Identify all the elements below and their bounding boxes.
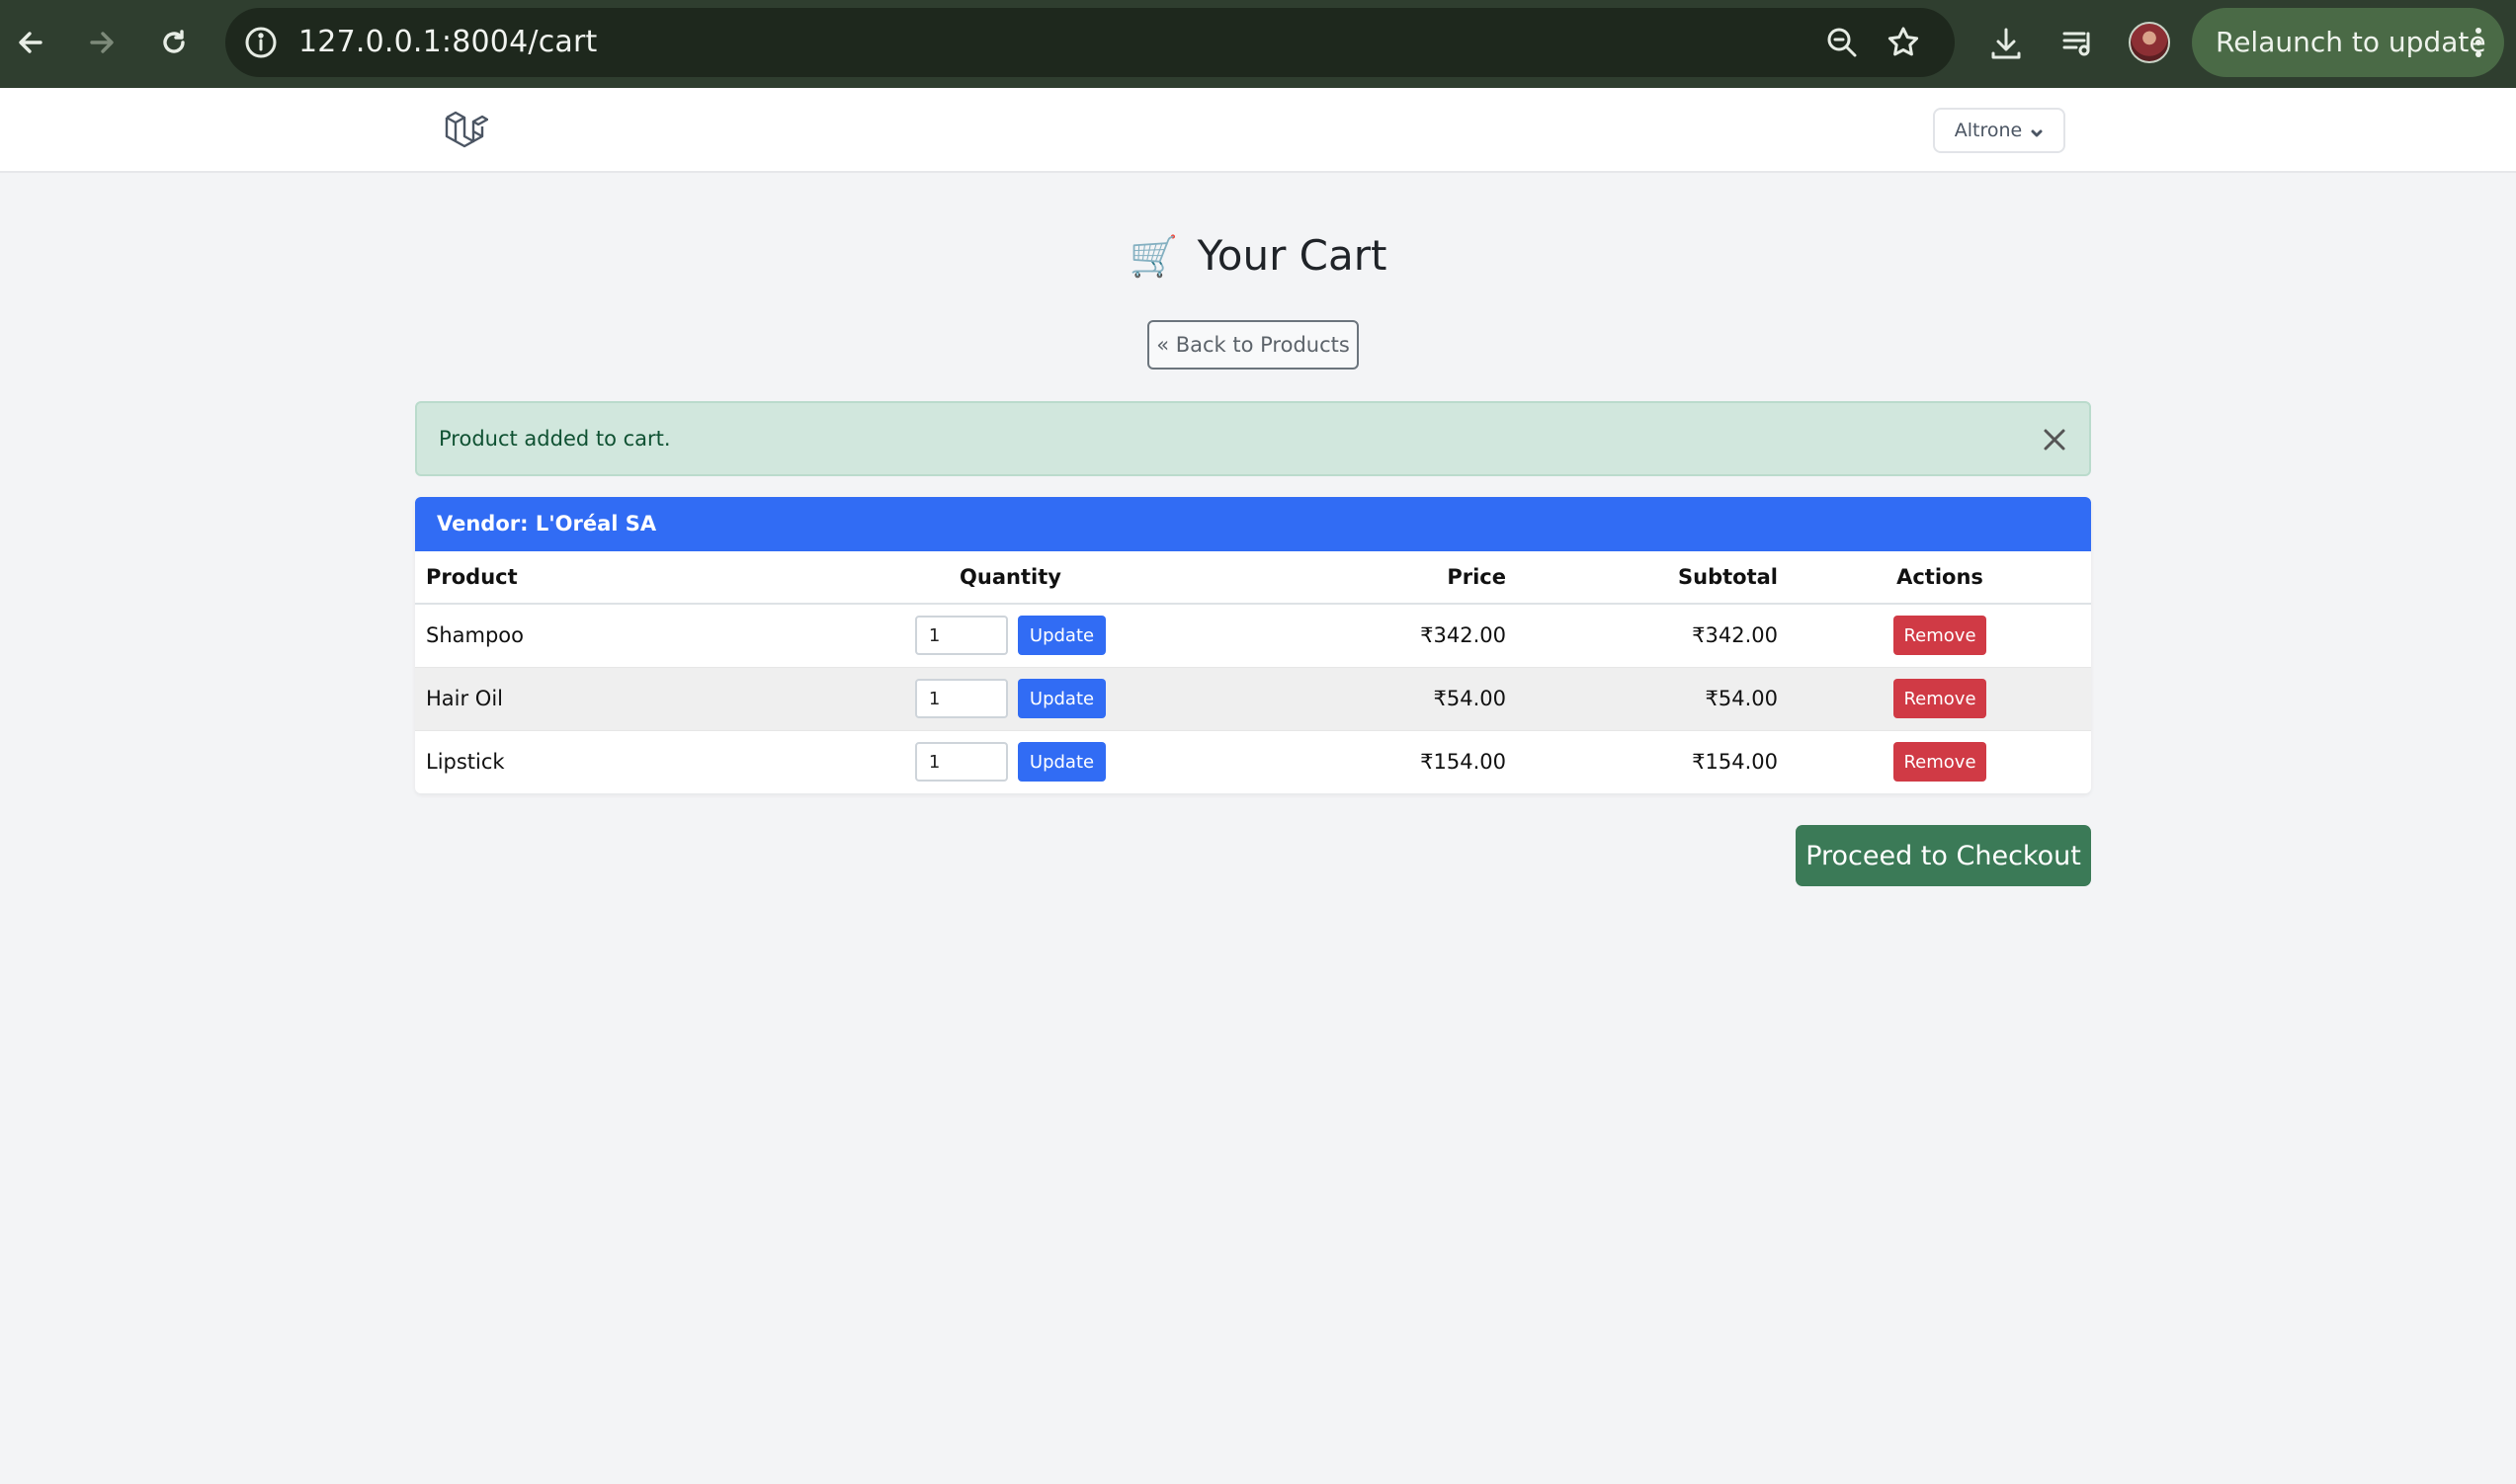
- subtotal-cell: ₹54.00: [1517, 667, 1789, 731]
- column-header-quantity: Quantity: [840, 551, 1181, 605]
- kebab-menu-icon[interactable]: [2474, 28, 2482, 57]
- table-header-row: Product Quantity Price Subtotal Actions: [415, 551, 2091, 605]
- remove-button[interactable]: Remove: [1893, 616, 1986, 656]
- column-header-subtotal: Subtotal: [1517, 551, 1789, 605]
- table-row: Lipstick Update ₹154.00 ₹154.00 Remove: [415, 730, 2091, 793]
- relaunch-button[interactable]: Relaunch to update: [2192, 8, 2504, 77]
- update-button[interactable]: Update: [1017, 742, 1107, 782]
- table-row: Hair Oil Update ₹54.00 ₹54.00 Remove: [415, 667, 2091, 731]
- column-header-product: Product: [415, 551, 840, 605]
- price-cell: ₹342.00: [1181, 604, 1517, 668]
- cart-table: Product Quantity Price Subtotal Actions …: [415, 551, 2091, 793]
- subtotal-cell: ₹154.00: [1517, 730, 1789, 793]
- close-icon[interactable]: [2040, 425, 2069, 454]
- back-icon[interactable]: [4, 16, 57, 69]
- browser-toolbar: 127.0.0.1:8004/cart Relaunch to update: [0, 0, 2516, 88]
- product-name: Shampoo: [415, 604, 840, 668]
- page-title-text: Your Cart: [1197, 231, 1387, 280]
- remove-button[interactable]: Remove: [1893, 742, 1986, 782]
- quantity-input[interactable]: [914, 616, 1008, 656]
- page-title: 🛒 Your Cart: [0, 231, 2516, 280]
- back-to-products-button[interactable]: « Back to Products: [1147, 320, 1359, 370]
- forward-icon[interactable]: [75, 16, 128, 69]
- success-alert: Product added to cart.: [415, 401, 2091, 476]
- remove-button[interactable]: Remove: [1893, 679, 1986, 718]
- vendor-card: Vendor: L'Oréal SA Product Quantity Pric…: [415, 497, 2091, 793]
- download-icon[interactable]: [1986, 24, 2026, 63]
- product-name: Hair Oil: [415, 667, 840, 731]
- update-button[interactable]: Update: [1017, 679, 1107, 718]
- quantity-input[interactable]: [914, 679, 1008, 718]
- reload-icon[interactable]: [147, 16, 201, 69]
- zoom-icon[interactable]: [1824, 25, 1860, 60]
- quantity-input[interactable]: [914, 742, 1008, 782]
- product-name: Lipstick: [415, 730, 840, 793]
- price-cell: ₹154.00: [1181, 730, 1517, 793]
- relaunch-label: Relaunch to update: [2216, 26, 2486, 58]
- price-cell: ₹54.00: [1181, 667, 1517, 731]
- address-bar[interactable]: 127.0.0.1:8004/cart: [225, 8, 1955, 77]
- shopping-cart-icon: 🛒: [1129, 234, 1179, 280]
- proceed-to-checkout-button[interactable]: Proceed to Checkout: [1796, 825, 2091, 886]
- url-text[interactable]: 127.0.0.1:8004/cart: [298, 25, 597, 59]
- user-name: Altrone: [1954, 120, 2023, 141]
- vendor-header: Vendor: L'Oréal SA: [415, 497, 2091, 551]
- user-dropdown[interactable]: Altrone: [1933, 108, 2065, 153]
- column-header-price: Price: [1181, 551, 1517, 605]
- update-button[interactable]: Update: [1017, 616, 1107, 656]
- subtotal-cell: ₹342.00: [1517, 604, 1789, 668]
- laravel-logo-icon[interactable]: [443, 108, 489, 153]
- media-queue-icon[interactable]: [2058, 24, 2098, 63]
- column-header-actions: Actions: [1789, 551, 2091, 605]
- info-icon[interactable]: [243, 25, 279, 60]
- table-row: Shampoo Update ₹342.00 ₹342.00 Remove: [415, 604, 2091, 668]
- bookmark-star-icon[interactable]: [1886, 25, 1921, 60]
- profile-avatar[interactable]: [2129, 22, 2170, 63]
- chevron-down-icon: [2030, 124, 2044, 137]
- alert-message: Product added to cart.: [439, 427, 671, 451]
- app-header: Altrone: [0, 88, 2516, 173]
